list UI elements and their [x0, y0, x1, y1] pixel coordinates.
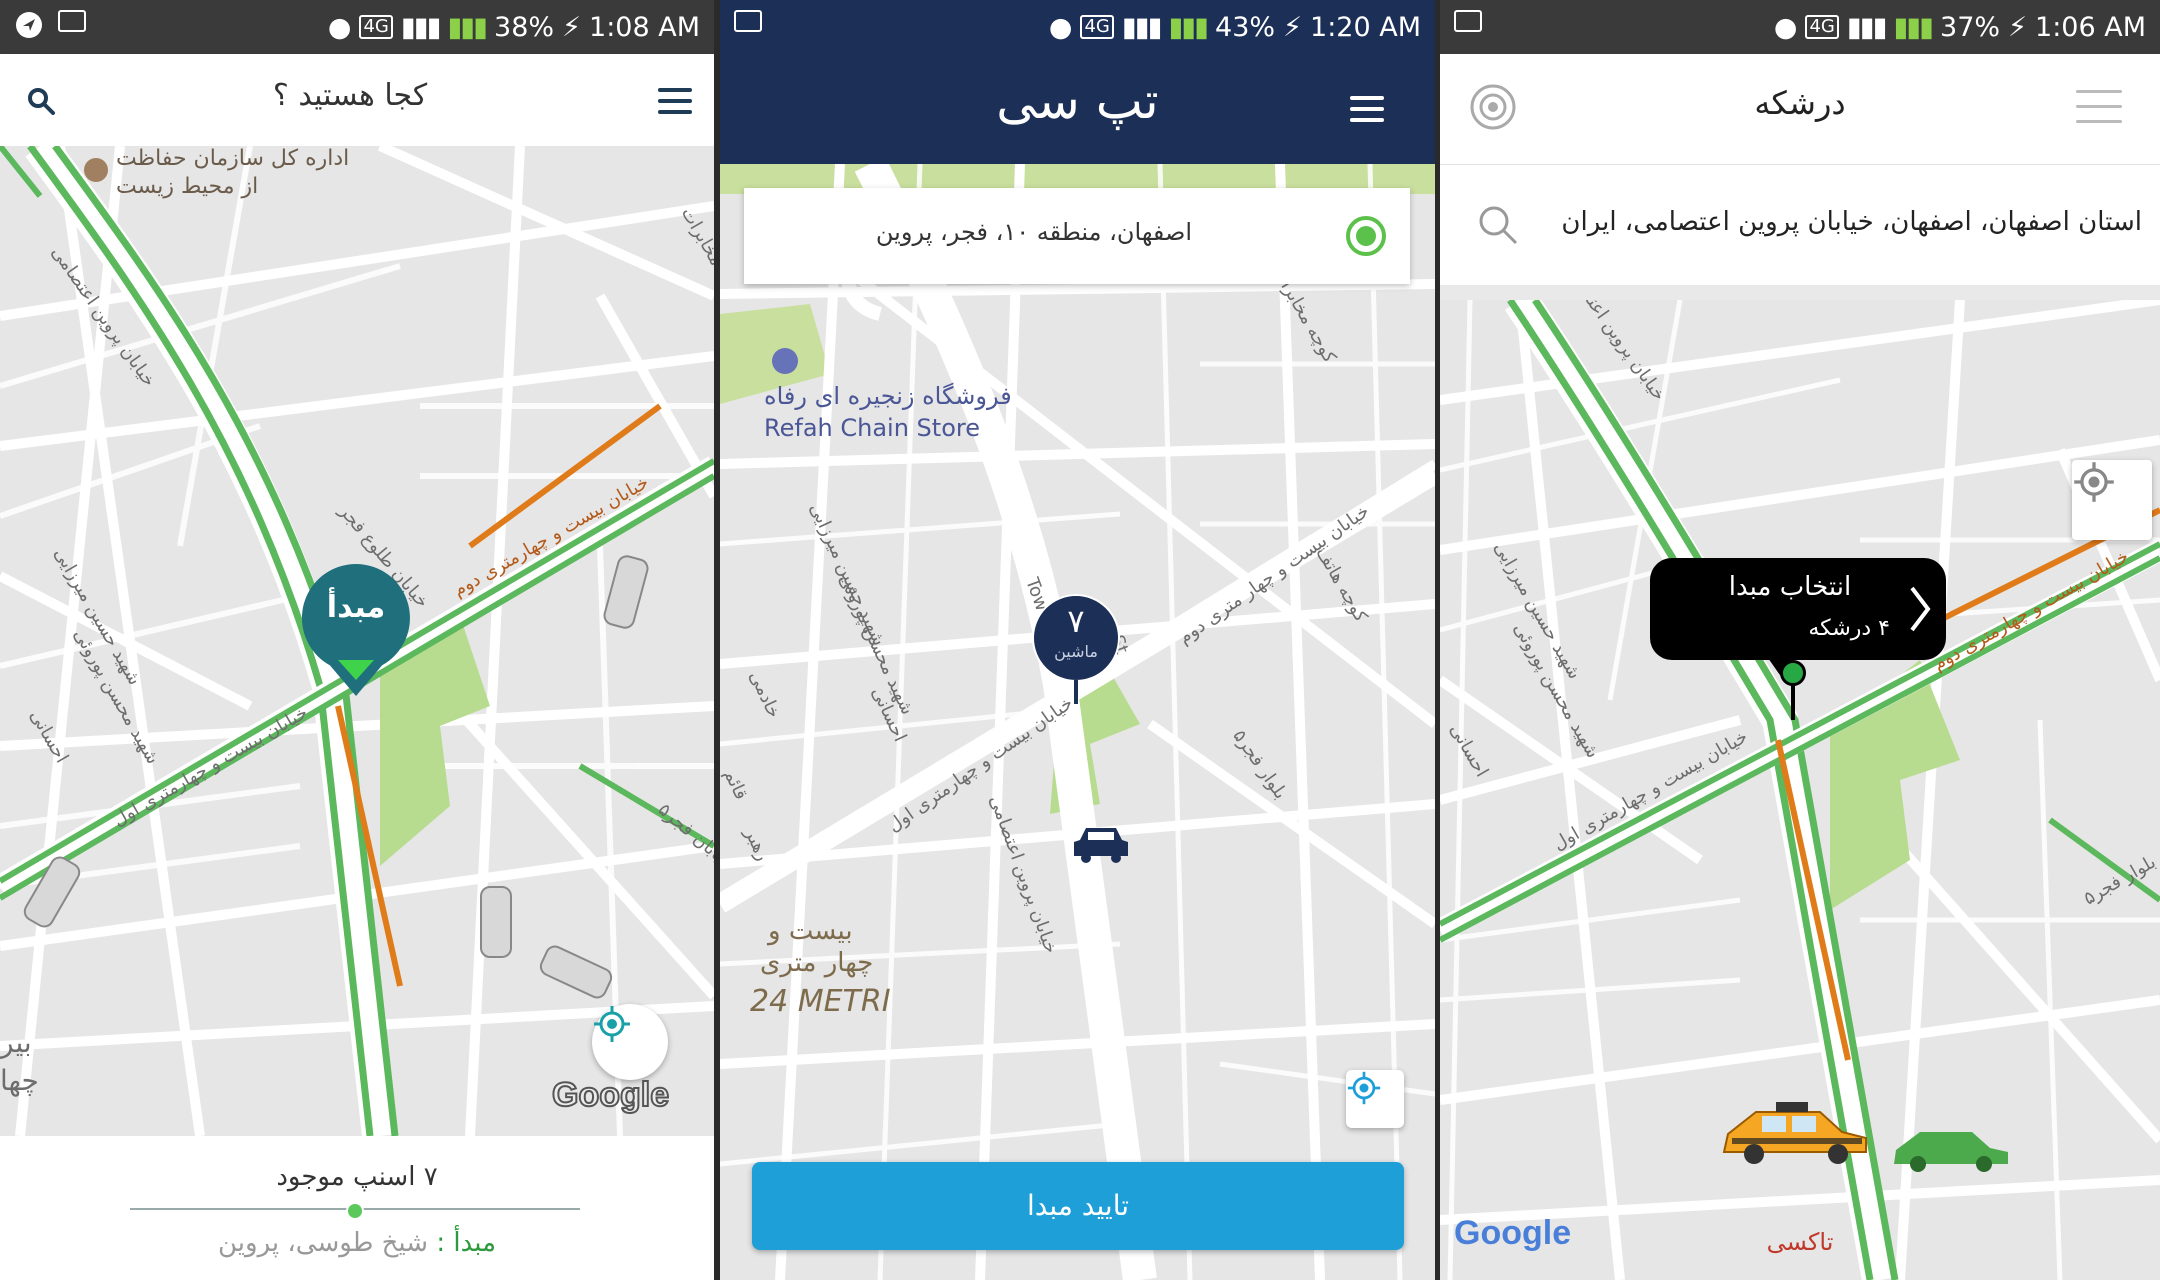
map-label-edge: بیر	[0, 1026, 32, 1059]
signal-icon: ▮▮▮	[400, 11, 442, 43]
menu-icon[interactable]	[658, 88, 692, 114]
app-header: درشکه	[1440, 54, 2160, 164]
app-header: تپ سی	[720, 54, 1435, 164]
origin-pin-label: مبدأ	[326, 590, 386, 625]
page-title: کجا هستید ؟	[272, 78, 428, 113]
search-icon[interactable]	[26, 86, 56, 120]
origin-label: مبدأ :	[436, 1228, 497, 1258]
select-origin-callout[interactable]: انتخاب مبدا ۴ درشکه	[1650, 558, 1946, 678]
app-logo: تپ سی	[996, 72, 1159, 130]
signal-icon: ▮▮▮	[1846, 11, 1888, 43]
target-icon[interactable]	[1468, 82, 1518, 132]
network-type: 4G	[1805, 15, 1839, 39]
snapp-screen: ● 4G ▮▮▮ ▮▮▮ 38% ⚡ 1:08 AM کجا هستید ؟ ا…	[0, 0, 714, 1280]
battery-percent: 38%	[494, 11, 555, 43]
battery-icon: ⚡	[562, 11, 582, 43]
map-label-edge: چها	[0, 1064, 39, 1097]
car-count-pin[interactable]: ۷ ماشین	[1032, 594, 1122, 704]
page-title: درشکه	[1754, 84, 1846, 122]
origin-pin	[1780, 660, 1806, 724]
network-type: 4G	[359, 15, 393, 39]
clock: 1:08 AM	[589, 11, 700, 43]
car-count-unit: ماشین	[1054, 642, 1098, 661]
crosshair-icon	[1347, 1071, 1381, 1105]
store-icon	[772, 348, 798, 374]
driver-car	[480, 886, 512, 958]
map-view[interactable]: خیابان پروین اعتصامی خیابان بیست و چهارم…	[1440, 300, 2160, 1280]
map-label-poi-2: از محیط زیست	[116, 174, 259, 199]
confirm-origin-button[interactable]: تایید مبدا	[752, 1162, 1404, 1250]
battery-icon: ⚡	[2008, 11, 2028, 43]
bottom-sheet: ۷ اسنپ موجود مبدأ : شیخ طوسی، پروین	[0, 1136, 714, 1280]
battery-percent: 37%	[1940, 11, 2001, 43]
status-bar: ● 4G ▮▮▮ ▮▮▮ 43% ⚡ 1:20 AM	[720, 0, 1435, 54]
gallery-icon	[58, 10, 86, 32]
app-header: کجا هستید ؟	[0, 54, 714, 146]
menu-icon[interactable]	[2076, 90, 2122, 123]
map-label-poi: اداره کل سازمان حفاظت	[116, 146, 350, 171]
status-bar: ● 4G ▮▮▮ ▮▮▮ 37% ⚡ 1:06 AM	[1440, 0, 2160, 54]
poi-marker-icon	[84, 158, 108, 182]
origin-summary[interactable]: مبدأ : شیخ طوسی، پروین	[0, 1228, 714, 1258]
address-bar[interactable]: اصفهان، منطقه ۱۰، فجر، پروین	[744, 188, 1410, 284]
car-icon	[1894, 1132, 2008, 1172]
taxi-type-label[interactable]: تاکسی	[1740, 1228, 1860, 1256]
my-location-button[interactable]	[1346, 1070, 1404, 1128]
battery-percent: 43%	[1215, 11, 1276, 43]
address-text: استان اصفهان، اصفهان، خیابان پروین اعتصا…	[1561, 207, 2142, 237]
location-icon: ●	[1773, 11, 1798, 43]
origin-value: شیخ طوسی، پروین	[217, 1228, 429, 1258]
status-left-icons	[1454, 10, 1482, 32]
location-dot-icon	[1346, 216, 1386, 256]
crosshair-icon	[2074, 462, 2114, 502]
tapsi-screen: ● 4G ▮▮▮ ▮▮▮ 43% ⚡ 1:20 AM تپ سی فروشگاه…	[720, 0, 1435, 1280]
my-location-button[interactable]	[592, 1004, 668, 1080]
clock: 1:06 AM	[2035, 11, 2146, 43]
google-logo: Google	[551, 1075, 670, 1115]
origin-dot	[346, 1202, 364, 1220]
signal-icon-2: ▮▮▮	[447, 11, 488, 43]
status-left-icons	[734, 10, 762, 32]
map-label-store: فروشگاه زنجیره ای رفاه	[764, 382, 1012, 410]
origin-pin[interactable]: مبدأ	[298, 560, 414, 696]
map-view[interactable]: اداره کل سازمان حفاظت از محیط زیست خیابا…	[0, 146, 714, 1136]
taxi-car-icon	[1722, 1102, 1867, 1164]
callout-subtitle: ۴ درشکه	[1808, 616, 1890, 641]
crosshair-icon	[594, 1006, 630, 1042]
menu-icon[interactable]	[1350, 96, 1384, 122]
status-left-icons	[14, 10, 86, 47]
address-bar[interactable]: استان اصفهان، اصفهان، خیابان پروین اعتصا…	[1440, 164, 2160, 285]
address-text: اصفهان، منطقه ۱۰، فجر، پروین	[875, 218, 1193, 246]
signal-icon-2: ▮▮▮	[1168, 11, 1209, 43]
signal-icon-2: ▮▮▮	[1893, 11, 1934, 43]
map-label-area: بیست و	[768, 916, 853, 946]
car-icon	[1074, 828, 1128, 863]
map-label-area: چهار متری	[760, 948, 874, 978]
gallery-icon	[1454, 10, 1482, 32]
signal-icon: ▮▮▮	[1121, 11, 1163, 43]
location-icon: ●	[327, 11, 352, 43]
available-drivers: ۷ اسنپ موجود	[276, 1162, 438, 1192]
map-label-area-en: 24 METRI	[750, 984, 891, 1019]
map-label-store-en: Refah Chain Store	[764, 414, 980, 442]
map-view[interactable]: فروشگاه زنجیره ای رفاه Refah Chain Store…	[720, 164, 1435, 1280]
gallery-icon	[734, 10, 762, 32]
search-icon	[1479, 206, 1518, 245]
location-icon: ●	[1048, 11, 1073, 43]
network-type: 4G	[1080, 15, 1114, 39]
battery-icon: ⚡	[1283, 11, 1303, 43]
map-roads	[720, 164, 1435, 1280]
car-count: ۷	[1067, 602, 1085, 640]
status-bar: ● 4G ▮▮▮ ▮▮▮ 38% ⚡ 1:08 AM	[0, 0, 714, 54]
navigation-icon	[14, 10, 44, 47]
dorochke-screen: ● 4G ▮▮▮ ▮▮▮ 37% ⚡ 1:06 AM درشکه استان ا…	[1440, 0, 2160, 1280]
my-location-button[interactable]	[2072, 460, 2152, 540]
google-logo: Google	[1454, 1214, 1572, 1252]
callout-title: انتخاب مبدا	[1728, 572, 1852, 602]
chevron-right-icon	[1910, 586, 1931, 632]
clock: 1:20 AM	[1310, 11, 1421, 43]
